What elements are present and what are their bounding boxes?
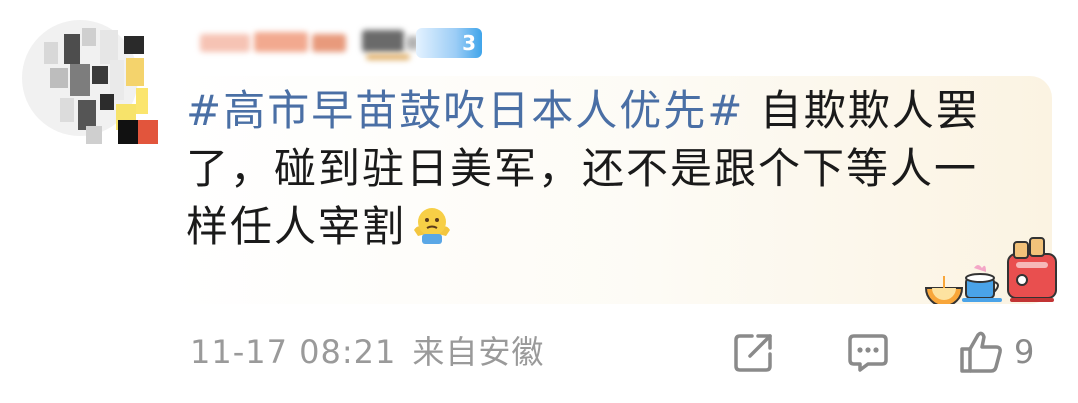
shrug-emoji-icon xyxy=(410,201,454,259)
comment-meta: 11-17 08:21 来自安徽 xyxy=(190,330,544,374)
share-button[interactable] xyxy=(732,328,776,376)
comment-text: #高市早苗鼓吹日本人优先# 自欺欺人罢了，碰到驻日美军，还不是跟个下等人一样任人… xyxy=(186,82,1018,259)
avatar[interactable] xyxy=(20,16,164,146)
share-icon xyxy=(734,334,772,372)
thumbs-up-icon xyxy=(960,331,1002,373)
location: 来自安徽 xyxy=(412,333,545,371)
level-badge: 3 xyxy=(416,28,482,58)
like-count: 9 xyxy=(1014,333,1035,371)
timestamp: 11-17 08:21 xyxy=(190,333,397,371)
comment-card: 3 #高市早苗鼓吹日本人优先# 自欺欺人罢了，碰到驻日美军，还不是跟个下等人一样… xyxy=(0,0,1078,403)
reply-button[interactable] xyxy=(846,328,890,376)
hashtag-link[interactable]: #高市早苗鼓吹日本人优先# xyxy=(186,86,744,135)
avatar-image xyxy=(22,20,158,144)
like-button[interactable]: 9 xyxy=(958,328,1034,376)
comment-bubble-icon xyxy=(848,334,888,372)
decoration-breakfast-illustration xyxy=(922,232,1062,307)
